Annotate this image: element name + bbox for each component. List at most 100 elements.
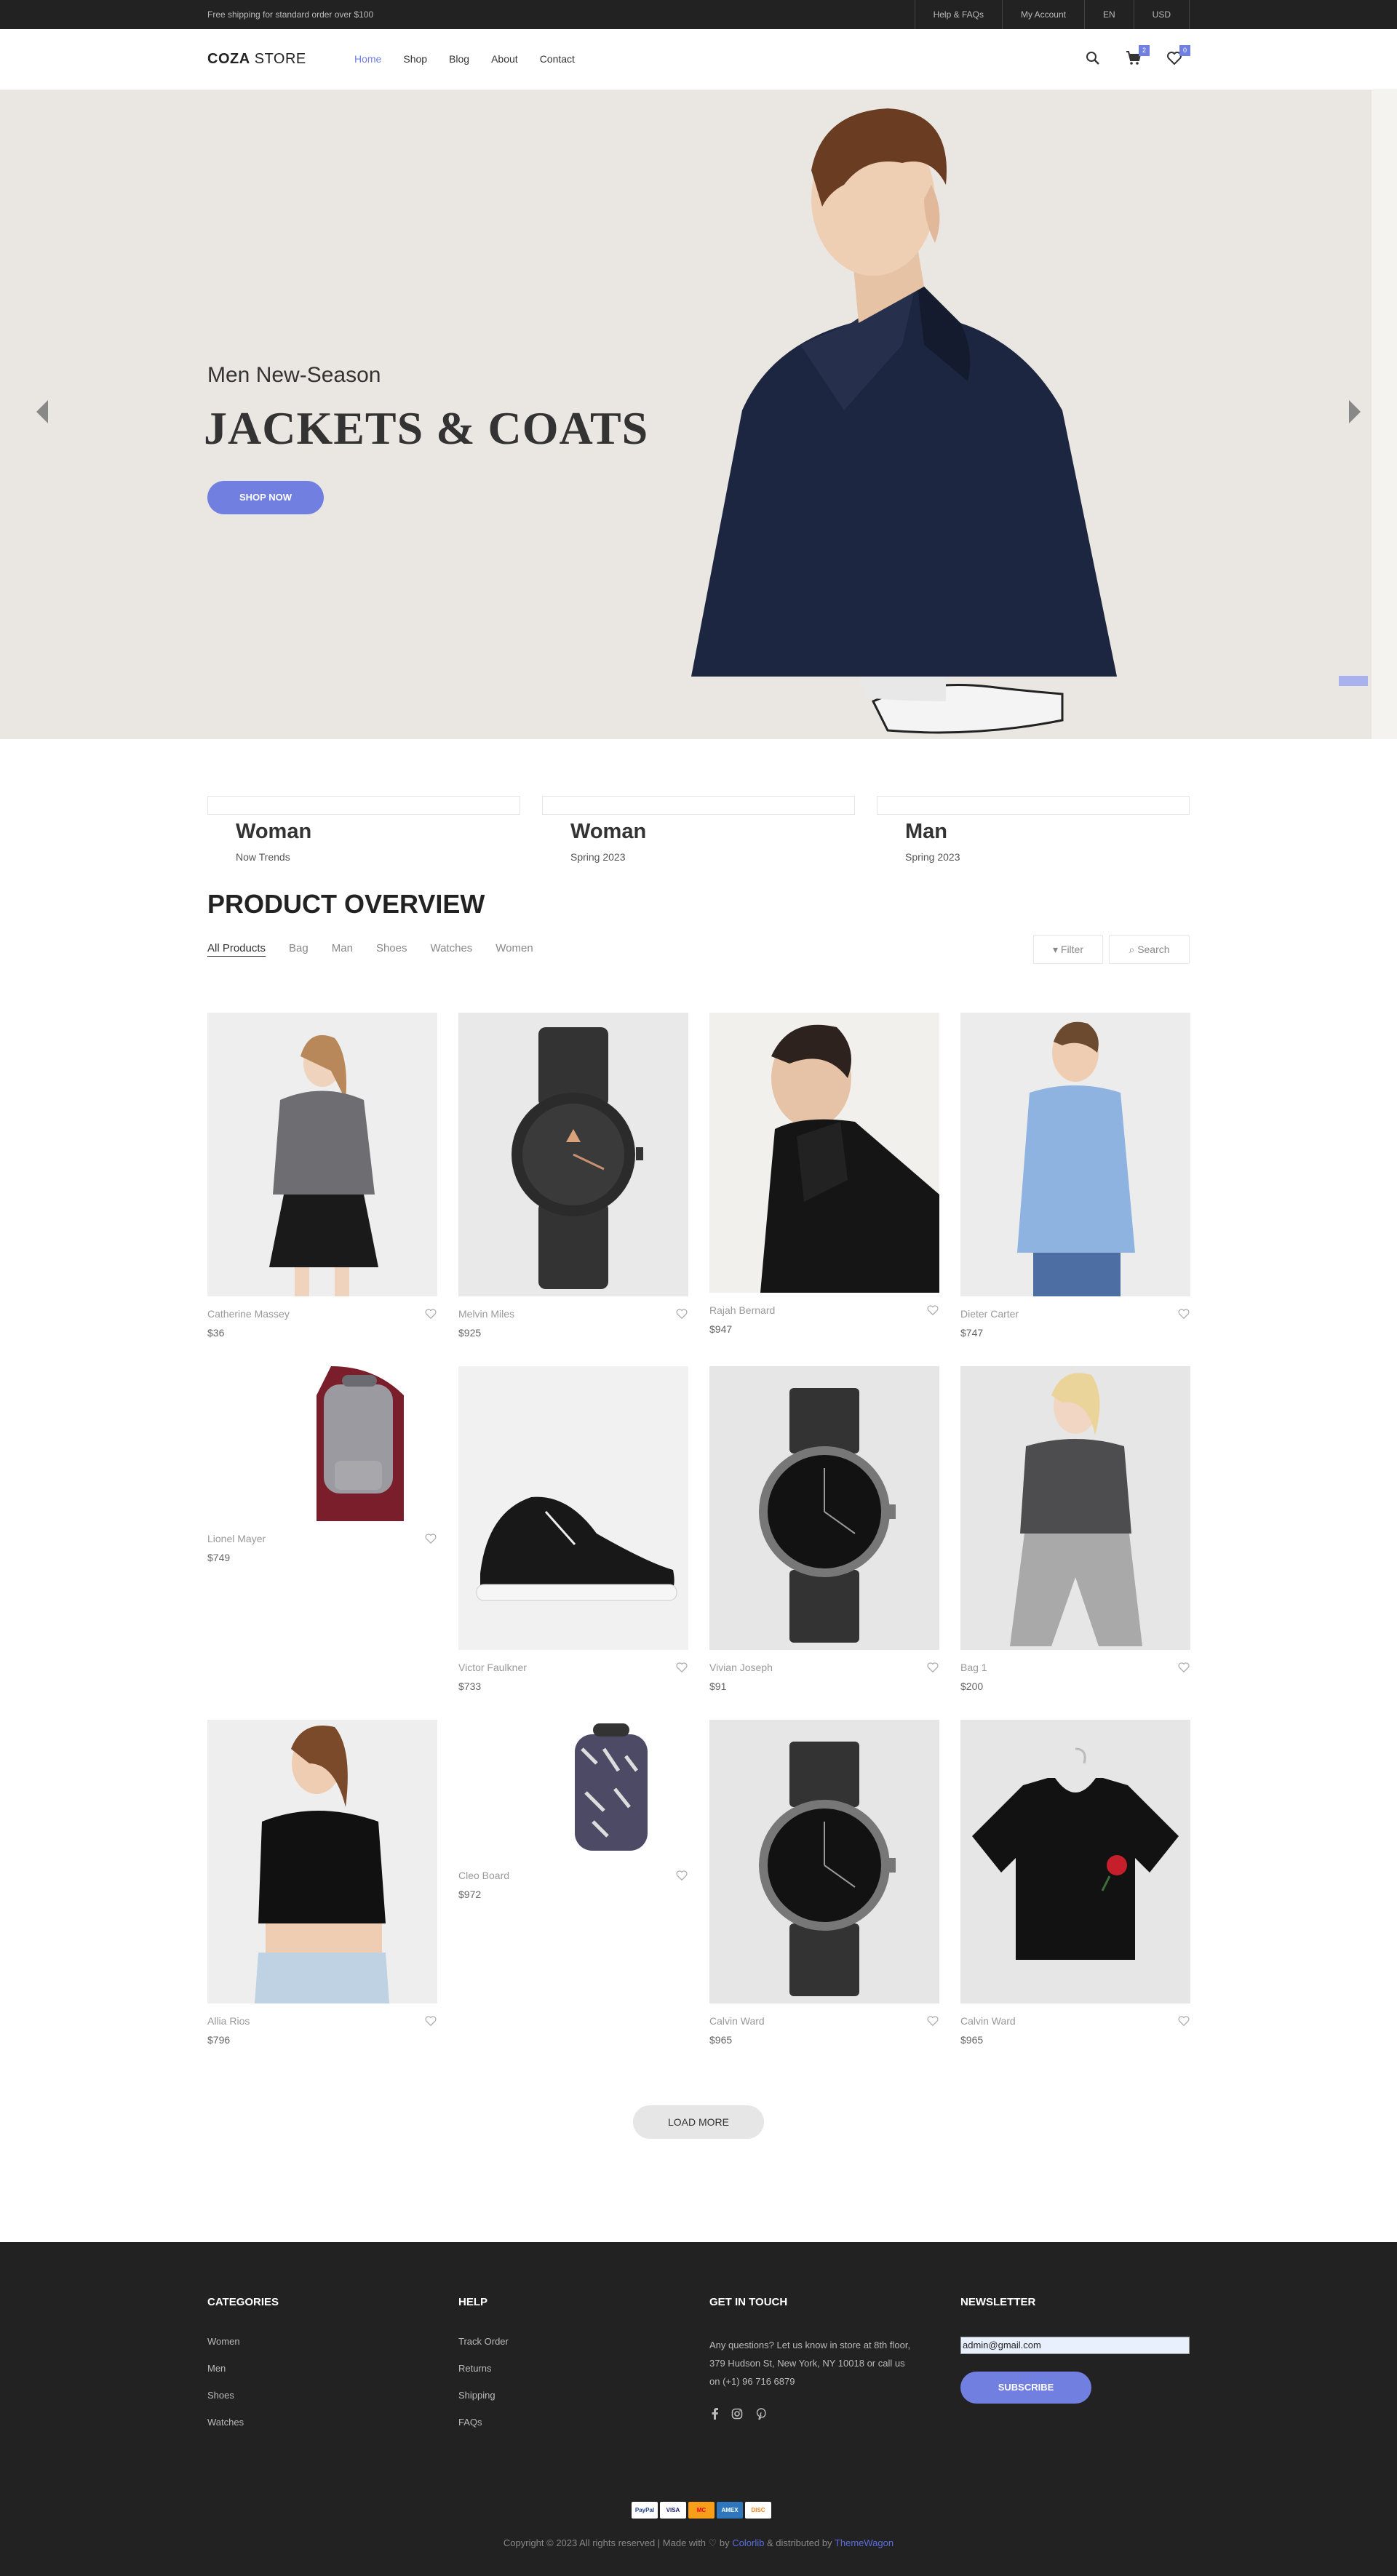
- footer-link-women[interactable]: Women: [207, 2336, 279, 2347]
- load-more-button[interactable]: LOAD MORE: [633, 2105, 764, 2139]
- pinterest-icon[interactable]: [755, 2408, 767, 2420]
- wishlist-heart-icon[interactable]: [926, 2015, 939, 2027]
- product-name[interactable]: Bag 1: [960, 1662, 987, 1673]
- footer-link-returns[interactable]: Returns: [458, 2363, 509, 2374]
- footer-categories-title: CATEGORIES: [207, 2296, 279, 2308]
- wishlist-heart-icon[interactable]: [926, 1304, 939, 1316]
- product-price: $733: [458, 1680, 482, 1692]
- slider-next-arrow-icon[interactable]: [1349, 400, 1361, 423]
- wishlist-heart-icon[interactable]: [424, 1308, 437, 1320]
- filter-all-products[interactable]: All Products: [207, 942, 266, 957]
- newsletter-email-input[interactable]: admin@gmail.com: [960, 2337, 1190, 2354]
- nav-blog[interactable]: Blog: [449, 53, 469, 65]
- product-name[interactable]: Allia Rios: [207, 2015, 250, 2027]
- footer-link-men[interactable]: Men: [207, 2363, 279, 2374]
- product-price: $747: [960, 1327, 984, 1339]
- product-name[interactable]: Victor Faulkner: [458, 1662, 527, 1673]
- currency-selector[interactable]: USD: [1133, 0, 1190, 29]
- man-blue-shirt-image[interactable]: [960, 1013, 1190, 1296]
- colorlib-link[interactable]: Colorlib: [732, 2537, 764, 2548]
- filter-man[interactable]: Man: [332, 942, 353, 957]
- grey-backpack-image[interactable]: [207, 1366, 437, 1521]
- filter-bag[interactable]: Bag: [289, 942, 309, 957]
- nav-home[interactable]: Home: [354, 53, 381, 65]
- facebook-icon[interactable]: [709, 2408, 721, 2420]
- product-name[interactable]: Lionel Mayer: [207, 1533, 266, 1544]
- wishlist-heart-icon[interactable]: [675, 1662, 688, 1673]
- filter-watches[interactable]: Watches: [430, 942, 472, 957]
- product-name[interactable]: Catherine Massey: [207, 1308, 290, 1320]
- footer-link-shipping[interactable]: Shipping: [458, 2390, 509, 2401]
- product-name[interactable]: Vivian Joseph: [709, 1662, 773, 1673]
- product-card[interactable]: Dieter Carter $747: [960, 1013, 1190, 1339]
- store-logo[interactable]: COZA STORE: [207, 51, 306, 68]
- product-card[interactable]: Victor Faulkner $733: [458, 1366, 688, 1692]
- black-tee-rose-image[interactable]: [960, 1720, 1190, 2003]
- wishlist-heart-icon[interactable]: [424, 2015, 437, 2027]
- product-card[interactable]: Vivian Joseph $91: [709, 1366, 939, 1692]
- footer-link-track-order[interactable]: Track Order: [458, 2336, 509, 2347]
- product-name[interactable]: Calvin Ward: [960, 2015, 1016, 2027]
- footer-newsletter-title: NEWSLETTER: [960, 2296, 1036, 2308]
- footer-contact-text: Any questions? Let us know in store at 8…: [709, 2340, 911, 2387]
- dark-watch-image[interactable]: [709, 1366, 939, 1650]
- product-card[interactable]: Allia Rios $796: [207, 1720, 437, 2046]
- cart-icon[interactable]: 2: [1125, 45, 1150, 68]
- product-name[interactable]: Dieter Carter: [960, 1308, 1019, 1320]
- themewagon-link[interactable]: ThemeWagon: [835, 2537, 893, 2548]
- woman-grey-shirt-image[interactable]: [207, 1013, 437, 1296]
- hero-slider: Men New-Season JACKETS & COATS SHOP NOW: [0, 90, 1397, 739]
- banner-man-spring-frame[interactable]: [877, 796, 1190, 815]
- instagram-icon[interactable]: [731, 2408, 743, 2420]
- product-card[interactable]: Rajah Bernard $947: [709, 1013, 939, 1335]
- search-icon[interactable]: [1084, 49, 1103, 68]
- filter-shoes[interactable]: Shoes: [376, 942, 407, 957]
- product-card[interactable]: Cleo Board $972: [458, 1720, 688, 1900]
- product-card[interactable]: Catherine Massey $36: [207, 1013, 437, 1339]
- product-card[interactable]: Calvin Ward $965: [960, 1720, 1190, 2046]
- filter-button[interactable]: ▾ Filter: [1033, 935, 1103, 964]
- slider-indicator[interactable]: [1339, 676, 1368, 686]
- footer-link-faqs[interactable]: FAQs: [458, 2417, 509, 2428]
- nav-about[interactable]: About: [491, 53, 518, 65]
- banner-woman-spring-frame[interactable]: [542, 796, 855, 815]
- my-account-link[interactable]: My Account: [1001, 0, 1084, 29]
- product-card[interactable]: Bag 1 $200: [960, 1366, 1190, 1692]
- nav-contact[interactable]: Contact: [540, 53, 575, 65]
- black-sneaker-image[interactable]: [458, 1366, 688, 1650]
- woman-black-top-image[interactable]: [207, 1720, 437, 2003]
- shop-now-button[interactable]: SHOP NOW: [207, 481, 324, 514]
- wishlist-heart-icon[interactable]: 0: [1166, 45, 1190, 68]
- subscribe-button[interactable]: SUBSCRIBE: [960, 2372, 1091, 2404]
- man-black-jacket-image[interactable]: [709, 1013, 939, 1293]
- footer-link-shoes[interactable]: Shoes: [207, 2390, 279, 2401]
- wishlist-heart-icon[interactable]: [1177, 1662, 1190, 1673]
- product-price: $965: [960, 2034, 984, 2046]
- search-toggle-button[interactable]: ⌕ Search: [1109, 935, 1190, 964]
- footer-link-watches[interactable]: Watches: [207, 2417, 279, 2428]
- wishlist-heart-icon[interactable]: [926, 1662, 939, 1673]
- wishlist-heart-icon[interactable]: [424, 1533, 437, 1544]
- wishlist-heart-icon[interactable]: [1177, 2015, 1190, 2027]
- black-watch-image[interactable]: [458, 1013, 688, 1296]
- product-name[interactable]: Calvin Ward: [709, 2015, 765, 2027]
- product-name[interactable]: Cleo Board: [458, 1870, 509, 1881]
- product-name[interactable]: Melvin Miles: [458, 1308, 514, 1320]
- wishlist-heart-icon[interactable]: [675, 1870, 688, 1881]
- slider-prev-arrow-icon[interactable]: [36, 400, 48, 423]
- banner-woman-trends-frame[interactable]: [207, 796, 520, 815]
- nav-shop[interactable]: Shop: [403, 53, 427, 65]
- language-selector[interactable]: EN: [1083, 0, 1134, 29]
- patterned-backpack-image[interactable]: [458, 1720, 688, 1858]
- wishlist-heart-icon[interactable]: [1177, 1308, 1190, 1320]
- logo-bold: COZA: [207, 51, 250, 67]
- wishlist-heart-icon[interactable]: [675, 1308, 688, 1320]
- filter-women[interactable]: Women: [495, 942, 533, 957]
- product-name[interactable]: Rajah Bernard: [709, 1304, 775, 1316]
- woman-grey-tee-image[interactable]: [960, 1366, 1190, 1650]
- help-faqs-link[interactable]: Help & FAQs: [914, 0, 1002, 29]
- product-card[interactable]: Calvin Ward $965: [709, 1720, 939, 2046]
- product-card[interactable]: Lionel Mayer $749: [207, 1366, 437, 1563]
- product-card[interactable]: Melvin Miles $925: [458, 1013, 688, 1339]
- dark-watch-image[interactable]: [709, 1720, 939, 2003]
